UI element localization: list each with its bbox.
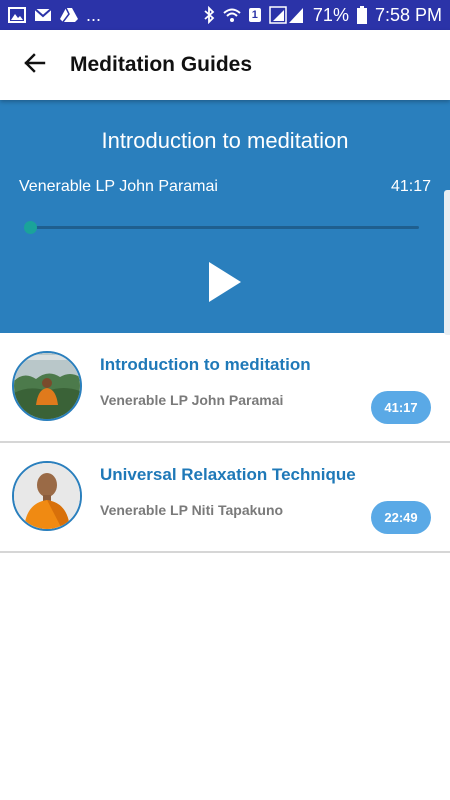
status-bar: ... 1 71% 7:58 PM — [0, 0, 450, 30]
duration-badge: 22:49 — [371, 501, 431, 534]
guide-author: Venerable LP John Paramai — [100, 392, 284, 408]
clock: 7:58 PM — [374, 4, 442, 25]
signal-icon — [269, 6, 305, 24]
seek-bar[interactable] — [24, 221, 419, 234]
scrollbar[interactable] — [444, 190, 450, 335]
more-notifications-indicator: ... — [86, 4, 102, 25]
seek-thumb[interactable] — [24, 221, 37, 234]
guide-item[interactable]: Introduction to meditation Venerable LP … — [0, 333, 450, 443]
battery-percent: 71% — [312, 4, 349, 25]
page-title: Meditation Guides — [70, 53, 253, 76]
play-icon — [208, 261, 242, 307]
guide-list: Introduction to meditation Venerable LP … — [0, 333, 450, 553]
notification-badge: 1 — [248, 8, 261, 22]
audio-player: Introduction to meditation Venerable LP … — [0, 100, 450, 333]
back-button[interactable] — [0, 30, 70, 100]
guide-author: Venerable LP Niti Tapakuno — [100, 502, 284, 518]
guide-item[interactable]: Universal Relaxation Technique Venerable… — [0, 443, 450, 553]
bluetooth-icon — [203, 6, 215, 24]
guide-title: Introduction to meditation — [100, 355, 311, 374]
status-notifications: ... — [8, 5, 101, 26]
player-track-author: Venerable LP John Paramai — [19, 178, 218, 195]
guide-thumbnail — [12, 351, 82, 421]
battery-icon — [356, 6, 367, 24]
app-bar: Meditation Guides — [0, 30, 450, 100]
player-track-title: Introduction to meditation — [101, 128, 349, 153]
guide-title: Universal Relaxation Technique — [100, 465, 356, 484]
arrow-left-icon — [23, 51, 47, 80]
status-system: 1 71% 7:58 PM — [203, 5, 442, 26]
drive-icon — [60, 7, 78, 23]
guide-thumbnail — [12, 461, 82, 531]
duration-badge: 41:17 — [371, 391, 431, 424]
image-icon — [8, 7, 26, 23]
mail-icon — [34, 7, 52, 23]
player-track-duration: 41:17 — [390, 178, 431, 195]
wifi-icon — [223, 7, 241, 23]
play-button[interactable] — [205, 261, 245, 307]
